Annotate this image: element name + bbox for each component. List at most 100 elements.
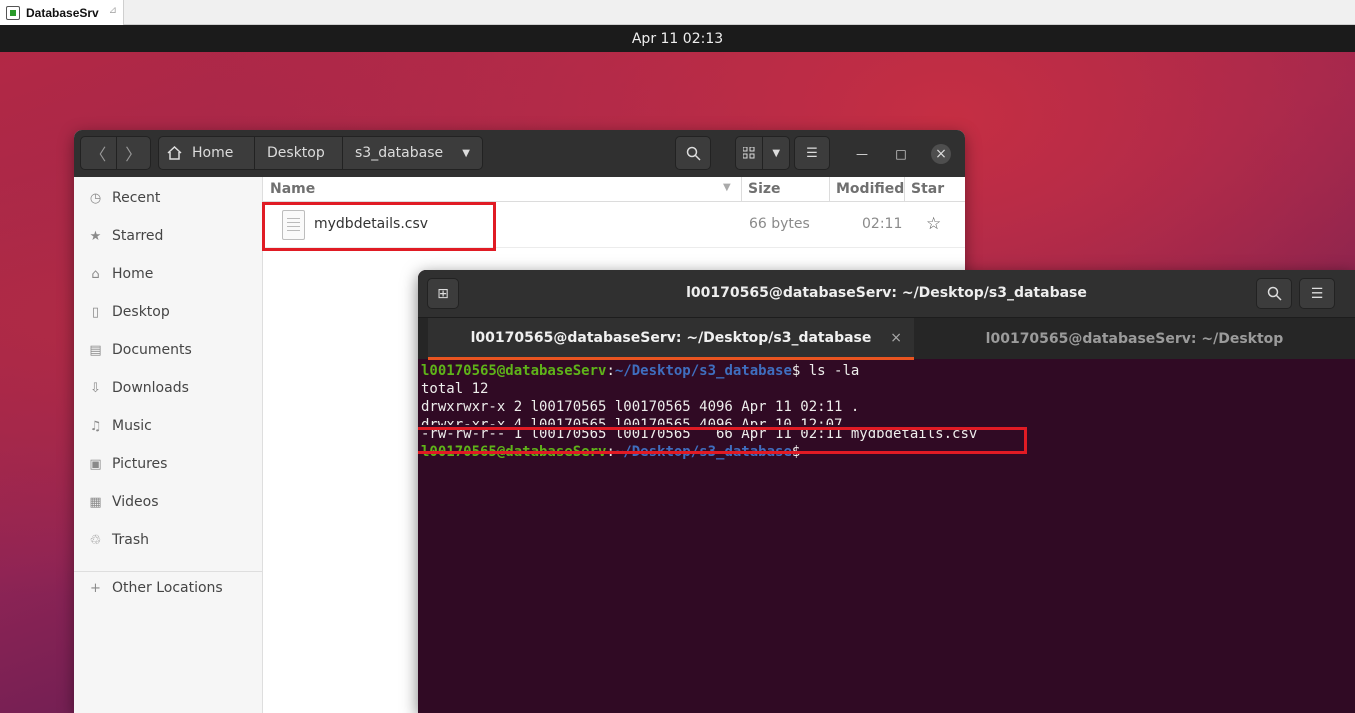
close-icon: × (935, 146, 947, 162)
dropdown-arrow-icon: ▼ (462, 147, 470, 159)
highlight-box (418, 427, 1027, 454)
column-headers: Name ▼ Size Modified Star (263, 177, 965, 202)
home-icon (167, 146, 182, 160)
plus-icon: + (90, 580, 101, 596)
back-button[interactable]: 〈 (81, 137, 116, 169)
terminal-line: drwxrwxr-x 2 l00170565 l00170565 4096 Ap… (421, 399, 860, 415)
sidebar-item-music[interactable]: ♫ Music (74, 407, 263, 445)
breadcrumb-desktop[interactable]: Desktop (255, 137, 343, 169)
column-star[interactable]: Star (911, 181, 944, 197)
grid-view-button[interactable] (736, 137, 762, 169)
sidebar-item-videos[interactable]: ▦ Videos (74, 483, 263, 521)
places-sidebar: ◷ Recent ★ Starred ⌂ Home ▯ Desktop ▤ Documen… (74, 177, 263, 713)
star-icon: ★ (89, 228, 102, 244)
terminal-line: l00170565@databaseServ:~/Desktop/s3_data… (421, 363, 860, 379)
trash-icon: ♲ (89, 532, 102, 548)
sidebar-item-label: Downloads (112, 380, 189, 396)
files-headerbar: 〈 〉 Home Desktop s3_database ▼ ▼ ☰ — □ × (74, 130, 965, 177)
tab-label: l00170565@databaseServ: ~/Desktop/s3_dat… (470, 329, 872, 346)
sidebar-item-label: Trash (112, 532, 149, 548)
sidebar-item-label: Other Locations (112, 580, 223, 596)
sidebar-item-label: Starred (112, 228, 164, 244)
terminal-tab-active[interactable]: l00170565@databaseServ: ~/Desktop/s3_dat… (428, 318, 914, 360)
terminal-tab-inactive[interactable]: l00170565@databaseServ: ~/Desktop (914, 318, 1355, 360)
maximize-button[interactable]: □ (891, 144, 911, 164)
terminal-window: ⊞ l00170565@databaseServ: ~/Desktop/s3_d… (418, 270, 1355, 713)
forward-button[interactable]: 〉 (115, 137, 151, 169)
sidebar-item-label: Documents (112, 342, 192, 358)
breadcrumb: Home Desktop s3_database ▼ (158, 136, 483, 170)
sidebar-item-label: Music (112, 418, 152, 434)
close-button[interactable]: × (931, 144, 951, 164)
sidebar-item-label: Pictures (112, 456, 168, 472)
chevron-down-icon: ▼ (772, 147, 781, 159)
terminal-title: l00170565@databaseServ: ~/Desktop/s3_dat… (686, 285, 1087, 301)
sidebar-item-desktop[interactable]: ▯ Desktop (74, 293, 263, 331)
search-icon (686, 146, 701, 161)
picture-icon: ▣ (89, 456, 102, 472)
sidebar-item-downloads[interactable]: ⇩ Downloads (74, 369, 263, 407)
sidebar-item-other-locations[interactable]: + Other Locations (74, 569, 263, 607)
column-divider (829, 177, 830, 202)
sidebar-item-home[interactable]: ⌂ Home (74, 255, 263, 293)
star-toggle-icon[interactable]: ☆ (926, 214, 941, 234)
download-icon: ⇩ (90, 380, 101, 396)
sidebar-item-recent[interactable]: ◷ Recent (74, 179, 263, 217)
breadcrumb-home[interactable]: Home (159, 137, 255, 169)
tab-label: l00170565@databaseServ: ~/Desktop (985, 331, 1284, 347)
grid-icon (743, 147, 755, 159)
vm-tab-label: DatabaseSrv (26, 5, 99, 20)
chevron-left-icon: 〈 (90, 145, 107, 164)
terminal-search-button[interactable] (1256, 278, 1292, 309)
music-icon: ♫ (89, 418, 102, 434)
hamburger-icon: ☰ (806, 145, 818, 161)
terminal-menu-button[interactable]: ☰ (1299, 278, 1335, 309)
file-modified: 02:11 (862, 216, 903, 232)
close-tab-icon[interactable]: × (890, 330, 902, 346)
highlight-box (262, 202, 496, 251)
sidebar-item-label: Home (112, 266, 154, 282)
sort-arrow-icon: ▼ (723, 182, 731, 193)
column-modified[interactable]: Modified (836, 181, 904, 197)
top-bar: Apr 11 02:13 (0, 25, 1355, 52)
search-icon (1267, 286, 1282, 301)
terminal-headerbar: ⊞ l00170565@databaseServ: ~/Desktop/s3_d… (418, 270, 1355, 317)
view-buttons: ▼ (735, 136, 790, 170)
breadcrumb-label: s3_database (355, 145, 444, 161)
sidebar-item-starred[interactable]: ★ Starred (74, 217, 263, 255)
hamburger-icon: ☰ (1310, 285, 1324, 302)
home-icon: ⌂ (91, 266, 100, 282)
menu-button[interactable]: ☰ (794, 136, 830, 170)
terminal-tabs: l00170565@databaseServ: ~/Desktop/s3_dat… (418, 317, 1355, 360)
video-icon: ▦ (89, 494, 102, 510)
sidebar-item-documents[interactable]: ▤ Documents (74, 331, 263, 369)
nav-buttons: 〈 〉 (80, 136, 151, 170)
clock[interactable]: Apr 11 02:13 (632, 31, 723, 47)
pin-icon[interactable]: ⊿ (109, 5, 117, 16)
breadcrumb-s3-database[interactable]: s3_database ▼ (343, 137, 482, 169)
vm-tabbar: DatabaseSrv ⊿ (0, 0, 1355, 25)
sidebar-item-pictures[interactable]: ▣ Pictures (74, 445, 263, 483)
maximize-icon: □ (895, 147, 907, 161)
breadcrumb-label: Desktop (267, 145, 325, 161)
sidebar-item-trash[interactable]: ♲ Trash (74, 521, 263, 559)
search-button[interactable] (675, 136, 711, 170)
vm-icon (6, 5, 20, 20)
clock-icon: ◷ (89, 190, 102, 206)
prompt-path: ~/Desktop/s3_database (614, 363, 792, 379)
terminal-line: total 12 (421, 381, 489, 397)
sidebar-item-label: Videos (112, 494, 159, 510)
column-size[interactable]: Size (748, 181, 781, 197)
prompt-user: l00170565@databaseServ (421, 363, 607, 379)
minimize-button[interactable]: — (852, 144, 872, 164)
terminal-line: drwxr-xr-x 4 l00170565 l00170565 4096 Ap… (421, 417, 868, 425)
desktop-icon: ▯ (91, 304, 100, 320)
sidebar-item-label: Recent (112, 190, 161, 206)
command: $ ls -la (791, 363, 860, 379)
view-options-button[interactable]: ▼ (762, 137, 789, 169)
vm-tab[interactable]: DatabaseSrv ⊿ (0, 0, 124, 25)
column-divider (904, 177, 905, 202)
sidebar-item-label: Desktop (112, 304, 170, 320)
column-name[interactable]: Name (270, 181, 315, 197)
column-divider (741, 177, 742, 202)
